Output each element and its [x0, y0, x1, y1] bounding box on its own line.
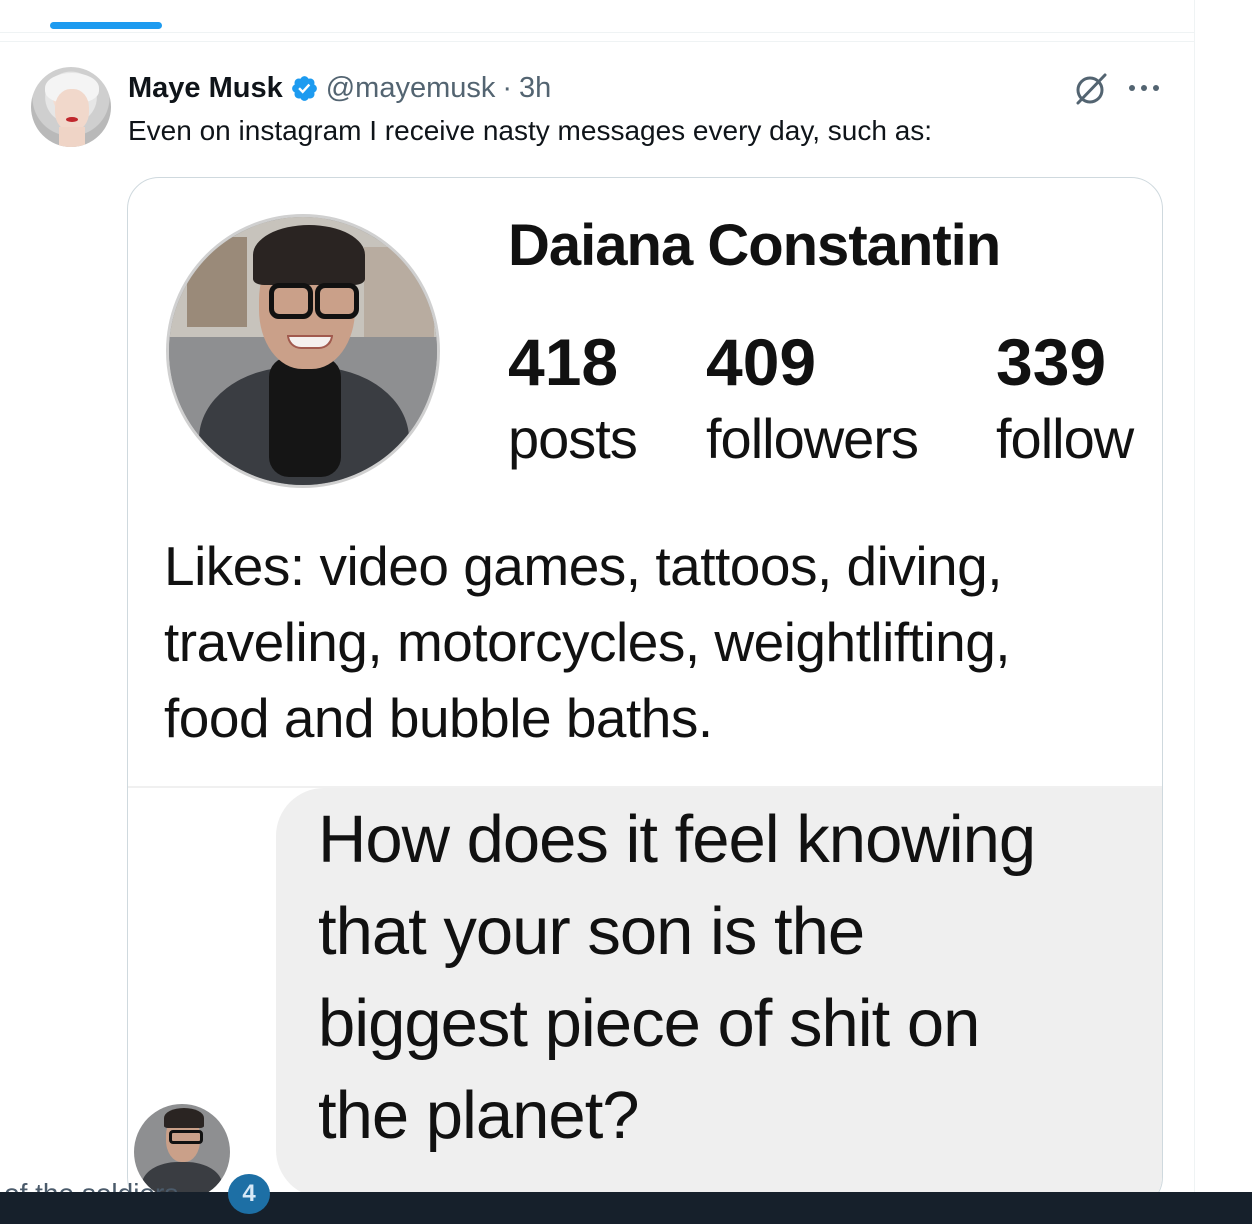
author-name[interactable]: Maye Musk	[128, 72, 283, 105]
notification-badge[interactable]: 4	[228, 1174, 270, 1214]
message-line: biggest piece of shit on	[318, 986, 980, 1061]
bottom-overlay-bar	[0, 1192, 1252, 1224]
separator-dot: ·	[502, 71, 513, 104]
instagram-profile-photo	[166, 214, 440, 488]
divider	[0, 41, 1194, 42]
tweet-header: Maye Musk @mayemusk · 3h	[128, 70, 551, 106]
tweet-timestamp[interactable]: 3h	[519, 72, 551, 105]
instagram-profile-name: Daiana Constantin	[508, 213, 1001, 278]
active-tab-indicator	[50, 22, 162, 29]
grok-icon[interactable]	[1072, 70, 1110, 108]
stat-followers-label: followers	[706, 407, 919, 470]
bio-line: Likes: video games, tattoos, diving,	[164, 535, 1003, 597]
tweet-text: Even on instagram I receive nasty messag…	[128, 115, 933, 146]
stat-followers-count: 409	[706, 325, 817, 399]
stat-posts-count: 418	[508, 325, 619, 399]
message-line: the planet?	[318, 1078, 640, 1153]
author-avatar[interactable]	[31, 67, 111, 147]
column-divider	[1194, 0, 1195, 1192]
tweet-media-image[interactable]: Daiana Constantin 418 409 339 posts foll…	[127, 177, 1163, 1209]
message-line: that your son is the	[318, 894, 865, 969]
divider	[0, 32, 1194, 33]
stat-posts-label: posts	[508, 407, 638, 470]
message-line: How does it feel knowing	[318, 802, 1036, 877]
bio-line: traveling, motorcycles, weightlifting,	[164, 611, 1011, 673]
stat-following-count: 339	[996, 325, 1107, 399]
message-text: How does it feel knowing that your son i…	[318, 794, 1036, 1162]
instagram-bio: Likes: video games, tattoos, diving, tra…	[164, 528, 1162, 756]
author-handle[interactable]: @mayemusk	[326, 72, 496, 105]
stat-following-label: follow	[996, 407, 1134, 470]
bio-line: food and bubble baths.	[164, 687, 713, 749]
verified-badge-icon[interactable]	[290, 74, 319, 103]
more-icon[interactable]	[1126, 78, 1162, 98]
